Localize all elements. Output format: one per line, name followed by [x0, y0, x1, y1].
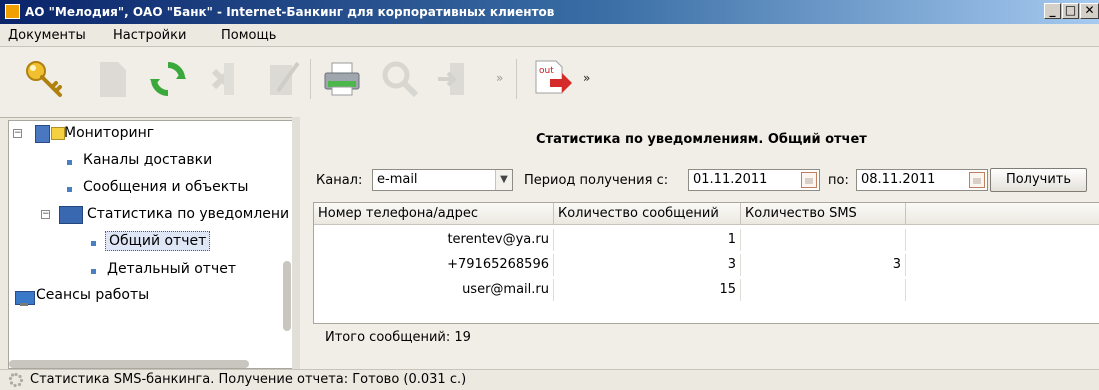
- channel-value: e-mail: [377, 172, 418, 187]
- window-title: АО "Мелодия", ОАО "Банк" - Internet-Банк…: [25, 5, 555, 19]
- tree-item-messages-objects[interactable]: Сообщения и объекты: [83, 179, 248, 195]
- toolbar-separator: [516, 59, 517, 99]
- bullet-icon: [91, 269, 96, 274]
- folder-icon: [51, 127, 65, 140]
- tree-item-statistics[interactable]: Статистика по уведомлени: [87, 206, 289, 222]
- maximize-button[interactable]: □: [1062, 3, 1079, 19]
- key-icon[interactable]: [22, 57, 66, 101]
- channel-label: Канал:: [316, 173, 363, 188]
- panel-splitter[interactable]: [292, 117, 300, 369]
- column-header-messages[interactable]: Количество сообщений: [554, 203, 741, 225]
- import-chevron-icon[interactable]: »: [496, 71, 503, 85]
- table-row-2-messages[interactable]: 3: [554, 254, 741, 276]
- column-header-address[interactable]: Номер телефона/адрес: [314, 203, 554, 225]
- menu-bar: Документы Настройки Помощь: [0, 24, 1099, 47]
- table-row-1-messages[interactable]: 1: [554, 229, 741, 251]
- monitor-stand: [20, 303, 28, 306]
- close-button[interactable]: ✕: [1080, 3, 1099, 19]
- toolbar: » out »: [0, 47, 1099, 118]
- period-to-value: 08.11.2011: [861, 172, 936, 187]
- total-value: 19: [454, 330, 471, 345]
- report-table: Номер телефона/адрес Количество сообщени…: [313, 202, 1099, 324]
- total-label: Итого сообщений:: [325, 330, 451, 345]
- period-to-label: по:: [828, 173, 849, 188]
- column-header-empty: [906, 203, 1099, 225]
- get-button[interactable]: Получить: [990, 168, 1087, 192]
- table-row-2-sms[interactable]: 3: [741, 254, 906, 276]
- tree-item-sessions[interactable]: Сеансы работы: [36, 287, 149, 303]
- bullet-icon: [67, 187, 72, 192]
- navigation-tree: − Мониторинг Каналы доставки Сообщения и…: [8, 120, 294, 369]
- collapse-monitoring-icon[interactable]: −: [13, 129, 22, 138]
- import-icon[interactable]: [432, 57, 476, 101]
- export-out-label: out: [539, 66, 554, 76]
- title-bar: АО "Мелодия", ОАО "Банк" - Internet-Банк…: [0, 0, 1099, 24]
- delete-icon[interactable]: [200, 57, 244, 101]
- table-row-3-sms[interactable]: [741, 279, 906, 301]
- channel-select[interactable]: e-mail ▼: [372, 169, 513, 191]
- period-from-label: Период получения с:: [524, 173, 669, 188]
- calendar-icon[interactable]: [969, 172, 985, 188]
- menu-documents[interactable]: Документы: [8, 28, 86, 43]
- period-to-input[interactable]: 08.11.2011: [856, 169, 988, 191]
- table-row-3-address[interactable]: user@mail.ru: [314, 279, 554, 301]
- app-icon: [5, 4, 20, 19]
- toolbar-separator: [310, 59, 311, 99]
- table-row-1-sms[interactable]: [741, 229, 906, 251]
- tree-item-delivery-channels[interactable]: Каналы доставки: [83, 152, 212, 168]
- menu-settings[interactable]: Настройки: [113, 28, 186, 43]
- minimize-button[interactable]: _: [1044, 3, 1061, 19]
- chevron-down-icon[interactable]: ▼: [495, 170, 512, 190]
- report-title: Статистика по уведомлениям. Общий отчет: [536, 132, 867, 147]
- new-document-icon[interactable]: [90, 57, 134, 101]
- tree-vertical-scrollbar[interactable]: [283, 261, 291, 331]
- report-panel: Статистика по уведомлениям. Общий отчет …: [300, 117, 1099, 369]
- export-chevron-icon[interactable]: »: [583, 71, 590, 85]
- bullet-icon: [67, 160, 72, 165]
- tree-item-monitoring[interactable]: Мониторинг: [64, 125, 154, 141]
- statistics-folder-icon: [59, 206, 83, 224]
- tree-item-general-report[interactable]: Общий отчет: [105, 231, 211, 251]
- status-text: Статистика SMS-банкинга. Получение отчет…: [30, 372, 467, 387]
- menu-help[interactable]: Помощь: [221, 28, 276, 43]
- period-from-input[interactable]: 01.11.2011: [688, 169, 820, 191]
- column-header-sms[interactable]: Количество SMS: [741, 203, 906, 225]
- total-messages: Итого сообщений: 19: [325, 330, 471, 345]
- monitoring-icon: [35, 125, 50, 143]
- table-row-2-address[interactable]: +79165268596: [314, 254, 554, 276]
- print-icon[interactable]: [320, 57, 364, 101]
- edit-icon[interactable]: [262, 57, 306, 101]
- table-row-1-address[interactable]: terentev@ya.ru: [314, 229, 554, 251]
- bullet-icon: [91, 241, 96, 246]
- tree-horizontal-scrollbar[interactable]: [9, 360, 249, 368]
- refresh-icon[interactable]: [146, 57, 190, 101]
- status-bar: Статистика SMS-банкинга. Получение отчет…: [0, 369, 1099, 390]
- loading-spinner-icon: [8, 372, 24, 388]
- collapse-statistics-icon[interactable]: −: [41, 210, 50, 219]
- export-out-icon[interactable]: out: [530, 57, 574, 101]
- period-from-value: 01.11.2011: [693, 172, 768, 187]
- calendar-icon[interactable]: [801, 172, 817, 188]
- tree-item-detailed-report[interactable]: Детальный отчет: [107, 261, 236, 277]
- search-icon[interactable]: [378, 57, 422, 101]
- table-row-3-messages[interactable]: 15: [554, 279, 741, 301]
